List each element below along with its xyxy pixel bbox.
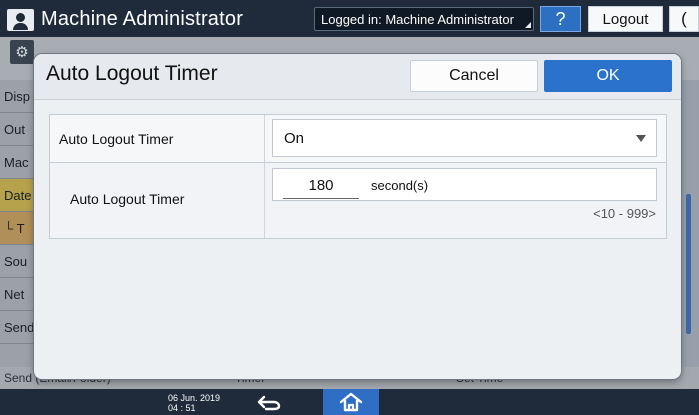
row-divider — [264, 163, 265, 238]
help-button[interactable]: ? — [540, 6, 581, 32]
row-divider — [264, 115, 265, 162]
logged-in-indicator[interactable]: Logged in: Machine Administrator — [314, 7, 534, 31]
auto-logout-dropdown[interactable]: On — [272, 119, 657, 157]
gear-icon: ⚙ — [10, 40, 34, 64]
timer-unit-label: second(s) — [371, 178, 429, 193]
dialog-title: Auto Logout Timer — [46, 62, 218, 85]
cancel-button[interactable]: Cancel — [410, 60, 538, 92]
setting-row-enable: Auto Logout Timer On — [50, 115, 666, 163]
setting-label: Auto Logout Timer — [70, 191, 185, 207]
energy-saver-button[interactable]: ( — [669, 6, 699, 32]
cancel-label: Cancel — [449, 67, 499, 84]
top-bar: Machine Administrator Logged in: Machine… — [0, 0, 699, 37]
logout-label: Logout — [602, 10, 649, 28]
help-icon: ? — [555, 8, 566, 29]
timer-value-field[interactable]: 180 — [283, 175, 359, 199]
timer-input-box[interactable]: 180 second(s) — [272, 168, 657, 201]
logged-in-text: Logged in: Machine Administrator — [321, 11, 514, 27]
user-icon — [7, 8, 34, 31]
bottom-bar: 06 Jun. 2019 04 : 51 — [0, 389, 699, 415]
date-time-display: 06 Jun. 2019 04 : 51 — [168, 393, 232, 413]
caret-down-icon — [636, 135, 646, 142]
dialog-header: Auto Logout Timer Cancel OK — [34, 54, 681, 100]
setting-row-timer: Auto Logout Timer 180 second(s) <10 - 99… — [50, 163, 666, 238]
settings-panel: Auto Logout Timer On Auto Logout Timer 1… — [49, 114, 667, 239]
expand-corner-icon — [525, 22, 531, 28]
moon-icon: ( — [681, 9, 687, 28]
back-button[interactable] — [250, 392, 288, 413]
setting-label: Auto Logout Timer — [59, 131, 174, 147]
background-scrollbar — [686, 194, 691, 334]
home-button[interactable] — [323, 389, 379, 415]
logout-button[interactable]: Logout — [588, 6, 663, 32]
back-icon — [257, 395, 281, 410]
ok-label: OK — [596, 67, 620, 84]
ok-button[interactable]: OK — [544, 60, 672, 92]
home-icon — [339, 392, 363, 412]
user-badge: Machine Administrator — [7, 7, 243, 32]
user-title: Machine Administrator — [41, 8, 244, 30]
dropdown-value: On — [284, 129, 305, 147]
date-display: 06 Jun. 2019 — [168, 393, 221, 403]
timer-range-label: <10 - 999> — [593, 206, 656, 221]
auto-logout-timer-dialog: Auto Logout Timer Cancel OK Auto Logout … — [34, 54, 681, 379]
time-display: 04 : 51 — [168, 403, 196, 413]
